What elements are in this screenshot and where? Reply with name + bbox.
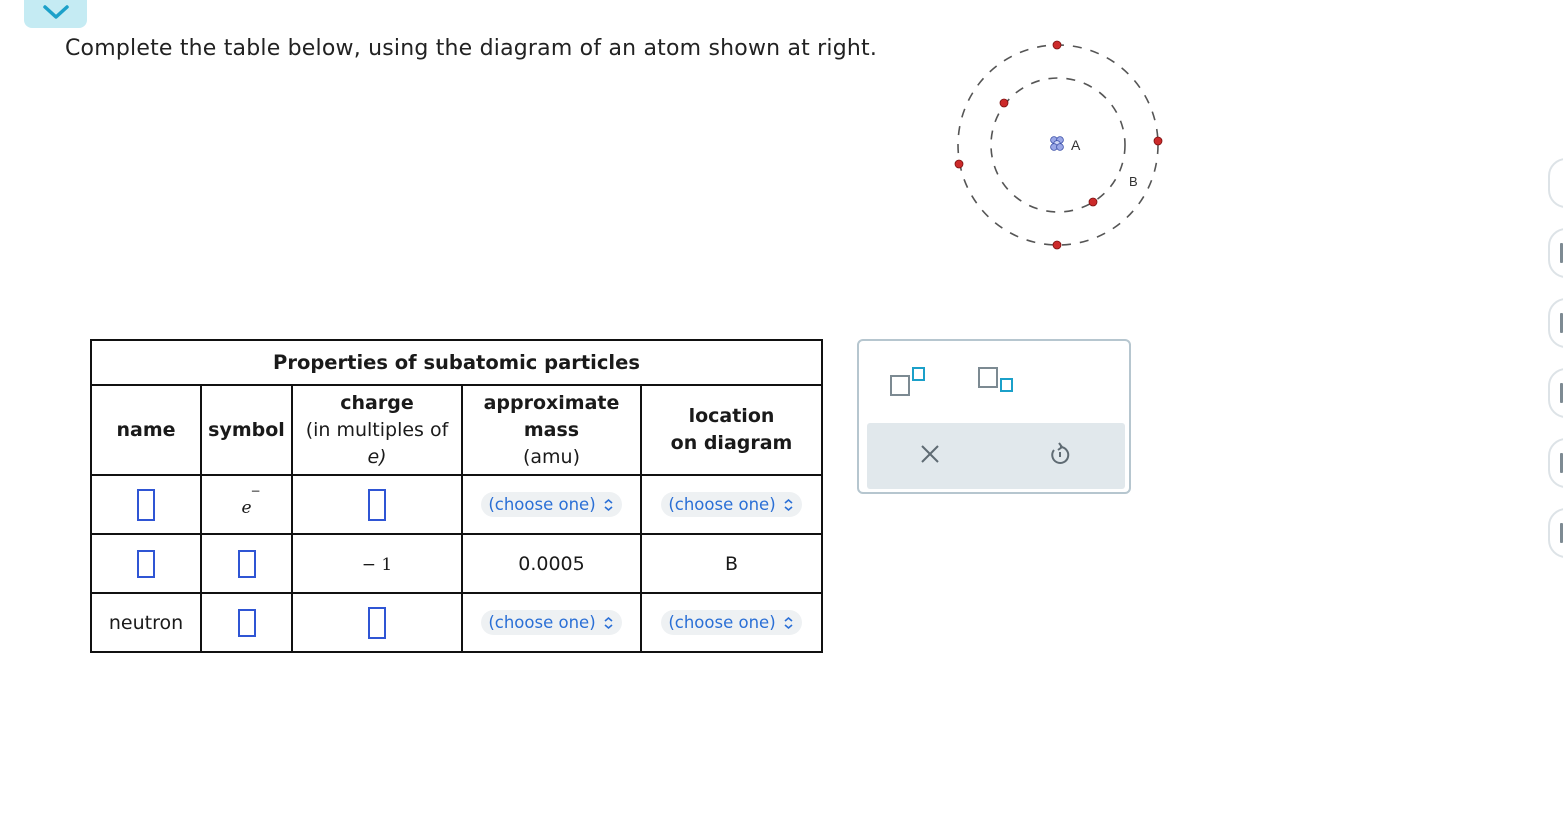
location-select-label: (choose one)	[668, 495, 776, 514]
electron	[954, 159, 964, 169]
header-mass-line3: (amu)	[522, 445, 581, 468]
name-input[interactable]	[137, 549, 155, 578]
header-charge-line2: (in multiples of	[305, 418, 449, 441]
cell-name	[90, 474, 202, 535]
cell-mass: 0.0005	[461, 533, 642, 594]
updown-chevron-icon	[784, 498, 793, 511]
header-location: location on diagram	[640, 384, 823, 476]
header-name: name	[90, 384, 202, 476]
location-select[interactable]: (choose one)	[661, 492, 802, 517]
charge-input[interactable]	[368, 606, 386, 639]
location-value: B	[724, 552, 739, 575]
electron	[1052, 240, 1062, 250]
electron	[999, 98, 1009, 108]
atom-diagram: A B	[954, 40, 1163, 250]
chevron-down-icon	[42, 5, 69, 19]
cell-mass: (choose one)	[461, 474, 642, 535]
cell-name: neutron	[90, 592, 202, 653]
undo-button[interactable]	[1047, 442, 1073, 472]
close-icon	[921, 445, 939, 463]
header-mass-line1: approximate	[483, 391, 620, 414]
table-row: neutron (choose one) (choose one)	[90, 592, 823, 653]
cell-charge: − 1	[291, 533, 463, 594]
location-select-label: (choose one)	[668, 613, 776, 632]
updown-chevron-icon	[604, 498, 613, 511]
particles-table: Properties of subatomic particles name s…	[90, 339, 823, 653]
page: Complete the table below, using the diag…	[0, 0, 1563, 833]
symbol-input[interactable]	[237, 608, 256, 637]
cell-location: (choose one)	[640, 474, 823, 535]
undo-icon	[1051, 442, 1070, 464]
header-mass-line2: mass	[523, 418, 580, 441]
name-value: neutron	[108, 611, 184, 634]
header-symbol: symbol	[200, 384, 293, 476]
cell-location: B	[640, 533, 823, 594]
collapse-tab-button[interactable]	[24, 0, 87, 28]
cell-symbol	[200, 592, 293, 653]
nucleus	[1050, 136, 1064, 151]
header-mass: approximate mass (amu)	[461, 384, 642, 476]
header-location-line1: location	[688, 405, 775, 427]
cell-charge	[291, 592, 463, 653]
subscript-icon	[978, 367, 1013, 392]
cell-symbol	[200, 533, 293, 594]
mass-select-label: (choose one)	[488, 613, 596, 632]
name-input[interactable]	[137, 488, 155, 521]
label-b: B	[1129, 174, 1138, 189]
mass-select-label: (choose one)	[488, 495, 596, 514]
electron	[1052, 40, 1062, 50]
symbol-text: e	[241, 497, 252, 518]
side-button[interactable]	[1548, 228, 1563, 278]
symbol-superscript: −	[250, 483, 261, 498]
mass-select[interactable]: (choose one)	[481, 610, 622, 635]
charge-value: − 1	[361, 554, 393, 575]
side-button[interactable]	[1548, 298, 1563, 348]
charge-input[interactable]	[368, 488, 386, 521]
electron	[1088, 197, 1098, 207]
cell-symbol: e −	[200, 474, 293, 535]
cell-location: (choose one)	[640, 592, 823, 653]
clear-button[interactable]	[919, 443, 941, 469]
subscript-button[interactable]	[977, 365, 1017, 403]
cell-name	[90, 533, 202, 594]
side-button[interactable]	[1548, 508, 1563, 558]
table-caption: Properties of subatomic particles	[90, 339, 823, 386]
mass-value: 0.0005	[518, 552, 585, 575]
updown-chevron-icon	[604, 616, 613, 629]
side-button[interactable]	[1548, 158, 1563, 208]
electron	[1153, 136, 1163, 146]
side-button[interactable]	[1548, 438, 1563, 488]
label-a: A	[1071, 137, 1081, 153]
electron-symbol: e −	[241, 484, 260, 518]
tool-action-bar	[867, 423, 1125, 489]
mass-select[interactable]: (choose one)	[481, 492, 622, 517]
cell-mass: (choose one)	[461, 592, 642, 653]
math-tool-panel	[857, 339, 1131, 494]
superscript-button[interactable]	[889, 365, 929, 403]
side-button[interactable]	[1548, 368, 1563, 418]
cell-charge	[291, 474, 463, 535]
table-row: e − (choose one) (choose one)	[90, 474, 823, 535]
instruction-text: Complete the table below, using the diag…	[65, 36, 878, 61]
header-charge-line1: charge	[340, 391, 414, 414]
superscript-icon	[890, 367, 925, 396]
header-location-line2: on diagram	[670, 432, 793, 454]
table-row: − 1 0.0005 B	[90, 533, 823, 594]
updown-chevron-icon	[784, 616, 793, 629]
header-charge-line3: e)	[367, 445, 387, 468]
header-charge: charge (in multiples of e)	[291, 384, 463, 476]
symbol-input[interactable]	[237, 549, 256, 578]
location-select[interactable]: (choose one)	[661, 610, 802, 635]
